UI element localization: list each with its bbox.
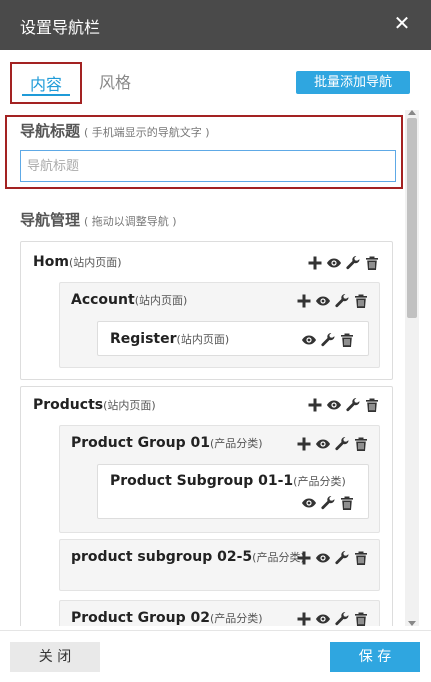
nav-item-type: (站内页面) [68,256,122,269]
nav-item-title: Products [33,397,104,413]
nav-item-title: Account [71,292,135,308]
wrench-icon[interactable] [334,550,350,566]
eye-icon[interactable] [301,495,317,511]
nav-item-actions [296,549,369,567]
scrollbar-thumb[interactable] [407,118,417,318]
nav-item-hom[interactable]: Hom(站内页面) Account(站内页面) Register(站内页面) [20,241,393,380]
nav-item-actions [307,254,380,272]
tab-content[interactable]: 内容 [10,62,82,104]
nav-item-actions [307,396,380,414]
nav-manage-label: 导航管理( 拖动以调整导航 ) [20,209,177,230]
eye-icon[interactable] [301,332,317,348]
nav-item-type: (站内页面) [134,294,188,307]
nav-item-type: (产品分类) [210,612,263,625]
dialog-titlebar: 设置导航栏 ✕ [0,0,431,50]
nav-item-name: Register(站内页面) [110,331,229,347]
nav-item-name: Hom(站内页面) [33,254,122,270]
plus-icon[interactable] [296,436,312,452]
plus-icon[interactable] [307,397,323,413]
plus-icon[interactable] [307,255,323,271]
eye-icon[interactable] [315,436,331,452]
nav-title-input[interactable] [20,150,396,182]
nav-item-name: Products(站内页面) [33,397,156,413]
nav-item-name: Product Group 01(产品分类) [71,435,263,451]
dialog-title: 设置导航栏 [20,18,101,37]
scroll-down-arrow-icon[interactable] [408,621,416,626]
wrench-icon[interactable] [345,255,361,271]
dialog-footer: 关 闭 保 存 [0,630,431,682]
nav-item-type: (产品分类) [210,437,263,450]
tab-content-label: 内容 [29,75,62,94]
nav-item-title: Product Subgroup 01-1 [110,473,294,489]
nav-item-actions [301,331,355,349]
batch-add-nav-button[interactable]: 批量添加导航 [296,71,410,94]
nav-item-name: Product Subgroup 01-1(产品分类) [110,473,346,489]
scroll-up-arrow-icon[interactable] [408,110,416,115]
save-button[interactable]: 保 存 [330,642,420,672]
nav-item-title: Register [110,331,177,347]
trash-icon[interactable] [364,397,380,413]
nav-item-actions [301,494,355,512]
plus-icon[interactable] [296,293,312,309]
nav-item-title: Product Group 02 [71,610,210,626]
eye-icon[interactable] [315,293,331,309]
wrench-icon[interactable] [320,332,336,348]
wrench-icon[interactable] [334,436,350,452]
nav-manage-label-text: 导航管理 [20,211,81,229]
nav-item-register[interactable]: Register(站内页面) [97,321,369,356]
nav-item-type: (产品分类) [293,475,346,488]
trash-icon[interactable] [353,611,369,626]
nav-title-label: 导航标题( 手机端显示的导航文字 ) [20,120,210,141]
close-icon[interactable]: ✕ [391,12,413,34]
nav-item-product-subgroup-02-5[interactable]: product subgroup 02-5(产品分类) [59,539,380,591]
nav-item-actions [296,292,369,310]
nav-title-label-text: 导航标题 [20,122,81,140]
trash-icon[interactable] [353,293,369,309]
eye-icon[interactable] [326,255,342,271]
nav-item-name: Product Group 02(产品分类) [71,610,263,626]
plus-icon[interactable] [296,611,312,626]
nav-item-title: Product Group 01 [71,435,210,451]
nav-item-product-group-02[interactable]: Product Group 02(产品分类) [59,600,380,626]
trash-icon[interactable] [353,550,369,566]
eye-icon[interactable] [315,611,331,626]
nav-item-product-subgroup-01-1[interactable]: Product Subgroup 01-1(产品分类) [97,464,369,519]
nav-item-actions [296,610,369,626]
close-button[interactable]: 关 闭 [10,642,100,672]
wrench-icon[interactable] [334,611,350,626]
nav-item-name: product subgroup 02-5(产品分类) [71,549,305,565]
trash-icon[interactable] [353,436,369,452]
nav-item-actions [296,435,369,453]
trash-icon[interactable] [364,255,380,271]
nav-item-product-group-01[interactable]: Product Group 01(产品分类) Product Subgroup … [59,425,380,533]
nav-item-title: Hom [33,254,69,270]
nav-item-products[interactable]: Products(站内页面) Product Group 01(产品分类) Pr [20,386,393,626]
eye-icon[interactable] [326,397,342,413]
active-tab-indicator [22,94,70,96]
wrench-icon[interactable] [320,495,336,511]
trash-icon[interactable] [339,332,355,348]
tab-style[interactable]: 风格 [88,62,142,104]
nav-item-account[interactable]: Account(站内页面) Register(站内页面) [59,282,380,368]
wrench-icon[interactable] [345,397,361,413]
tab-style-label: 风格 [98,73,131,92]
nav-title-hint: ( 手机端显示的导航文字 ) [84,126,210,139]
content-scroll-area: 导航标题( 手机端显示的导航文字 ) 导航管理( 拖动以调整导航 ) Hom(站… [0,110,404,626]
nav-item-type: (站内页面) [103,399,156,412]
nav-manage-hint: ( 拖动以调整导航 ) [84,215,177,228]
vertical-scrollbar[interactable] [405,110,419,626]
nav-item-title: product subgroup 02-5 [71,549,253,565]
nav-item-name: Account(站内页面) [71,292,187,308]
nav-item-type: (站内页面) [176,333,230,346]
plus-icon[interactable] [296,550,312,566]
eye-icon[interactable] [315,550,331,566]
trash-icon[interactable] [339,495,355,511]
wrench-icon[interactable] [334,293,350,309]
